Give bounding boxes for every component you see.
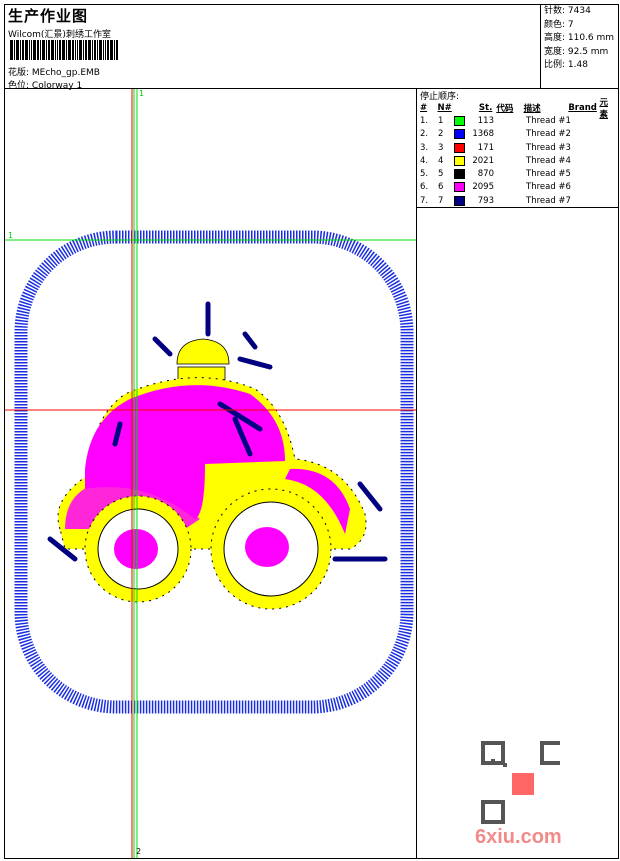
color-count: 颜色: 7 xyxy=(544,19,574,30)
thread-table-header: # N# St. 代码 描述 Brand 元素 xyxy=(420,98,616,120)
thread-number: 6 xyxy=(438,182,444,193)
thread-number: 1 xyxy=(438,115,444,126)
color-swatch xyxy=(453,142,465,153)
thread-index: 4. xyxy=(420,155,429,166)
thread-number: 4 xyxy=(438,155,444,166)
car-design xyxy=(47,301,388,610)
stamp-logo xyxy=(512,773,534,795)
thread-description: Thread #4 xyxy=(526,155,571,166)
thread-description: Thread #6 xyxy=(526,182,571,193)
page-title: 生产作业图 xyxy=(8,7,89,25)
color-swatch xyxy=(453,169,465,180)
thread-number: 7 xyxy=(438,195,444,206)
company-name: Wilcom(汇景)刺绣工作室 xyxy=(8,30,111,40)
thread-row: 7. 7 793 Thread #7 xyxy=(420,194,616,207)
design-height: 高度: 110.6 mm xyxy=(544,33,615,43)
thread-row: 1. 1 113 Thread #1 xyxy=(420,114,616,127)
thread-number: 3 xyxy=(438,142,444,153)
color-swatch xyxy=(453,155,465,166)
watermark-logo: 6xiu.com xyxy=(475,826,562,848)
thread-stitches: 870 xyxy=(477,169,494,180)
design-value: MEcho_gp.EMB xyxy=(31,68,100,78)
guide-label-top: 1 xyxy=(139,89,145,98)
thread-description: Thread #7 xyxy=(526,195,571,206)
thread-stitches: 171 xyxy=(477,142,494,153)
header: 生产作业图 Wilcom(汇景)刺绣工作室 花版: MEcho_gp.EMB 色… xyxy=(4,4,619,91)
design-info: 针数: 7434 颜色: 7 高度: 110.6 mm 宽度: 92.5 mm … xyxy=(540,4,619,88)
thread-index: 2. xyxy=(420,129,429,140)
col-description: 描述 xyxy=(523,103,541,114)
guide-label-bottom: 2 xyxy=(136,847,142,856)
thread-row: 4. 4 2021 Thread #4 xyxy=(420,154,616,167)
col-brand: Brand xyxy=(568,102,597,113)
thread-row: 6. 6 2095 Thread #6 xyxy=(420,181,616,194)
thread-stitches: 1368 xyxy=(472,129,494,140)
color-swatch xyxy=(453,182,465,193)
thread-row: 3. 3 171 Thread #3 xyxy=(420,141,616,154)
design-label: 花版: xyxy=(8,68,30,78)
color-swatch xyxy=(453,129,465,140)
thread-stitches: 2021 xyxy=(472,155,494,166)
thread-description: Thread #5 xyxy=(526,169,571,180)
color-swatch xyxy=(453,115,465,126)
col-stitches: St. xyxy=(478,102,493,113)
guide-label-left: 1 xyxy=(8,231,14,240)
thread-description: Thread #1 xyxy=(526,115,571,126)
col-index: # xyxy=(420,102,428,113)
thread-stitches: 2095 xyxy=(472,182,494,193)
thread-description: Thread #3 xyxy=(526,142,571,153)
thread-stitches: 793 xyxy=(477,195,494,206)
thread-index: 1. xyxy=(420,115,429,126)
thread-index: 6. xyxy=(420,182,429,193)
barcode xyxy=(10,40,155,60)
color-swatch xyxy=(453,195,465,206)
design-file: 花版: MEcho_gp.EMB xyxy=(8,65,100,78)
thread-row: 5. 5 870 Thread #5 xyxy=(420,167,616,180)
thread-row: 2. 2 1368 Thread #2 xyxy=(420,128,616,141)
col-number: N# xyxy=(437,102,452,113)
thread-number: 5 xyxy=(438,169,444,180)
design-scale: 比例: 1.48 xyxy=(544,60,588,70)
stitch-count: 针数: 7434 xyxy=(544,6,591,16)
col-code: 代码 xyxy=(496,103,514,114)
thread-table: 停止顺序: # N# St. 代码 描述 Brand 元素 1. 1 113 Thre… xyxy=(416,88,619,208)
design-width: 宽度: 92.5 mm xyxy=(544,46,609,57)
thread-description: Thread #2 xyxy=(526,129,571,140)
thread-number: 2 xyxy=(438,129,444,140)
col-element: 元素 xyxy=(599,97,608,120)
thread-index: 7. xyxy=(420,195,429,206)
thread-index: 3. xyxy=(420,142,429,153)
thread-stitches: 113 xyxy=(477,115,494,126)
qr-code xyxy=(470,735,564,828)
design-canvas: 1 1 2 xyxy=(5,89,416,858)
embroidery-preview xyxy=(5,89,416,858)
stop-sequence-title: 停止顺序: xyxy=(420,92,460,102)
thread-index: 5. xyxy=(420,169,429,180)
column-divider xyxy=(416,208,417,859)
